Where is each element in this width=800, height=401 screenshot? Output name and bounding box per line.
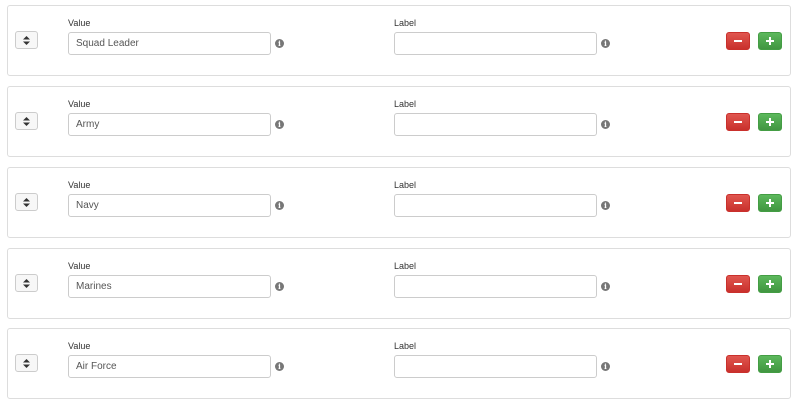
option-row: Value i Label i — [7, 248, 791, 319]
info-icon[interactable]: i — [275, 282, 284, 291]
value-field-label: Value — [68, 261, 91, 271]
label-field-label: Label — [394, 18, 417, 28]
value-field-label: Value — [68, 341, 91, 351]
label-field-label: Label — [394, 341, 417, 351]
sort-icon — [23, 197, 30, 207]
add-row-button[interactable] — [758, 32, 782, 50]
label-input[interactable] — [394, 194, 597, 217]
label-field-label: Label — [394, 99, 417, 109]
add-row-button[interactable] — [758, 113, 782, 131]
option-row: Value i Label i — [7, 86, 791, 157]
value-input[interactable] — [68, 275, 271, 298]
sort-icon — [23, 278, 30, 288]
info-icon[interactable]: i — [275, 120, 284, 129]
info-icon[interactable]: i — [275, 39, 284, 48]
value-input[interactable] — [68, 355, 271, 378]
option-row: Value i Label i — [7, 328, 791, 399]
plus-icon — [766, 37, 774, 45]
plus-icon — [766, 199, 774, 207]
minus-icon — [734, 363, 742, 365]
info-icon[interactable]: i — [601, 282, 610, 291]
sort-handle-button[interactable] — [15, 31, 38, 49]
info-icon[interactable]: i — [601, 39, 610, 48]
sort-icon — [23, 358, 30, 368]
remove-row-button[interactable] — [726, 275, 750, 293]
remove-row-button[interactable] — [726, 194, 750, 212]
info-icon[interactable]: i — [601, 120, 610, 129]
add-row-button[interactable] — [758, 355, 782, 373]
minus-icon — [734, 40, 742, 42]
label-input[interactable] — [394, 275, 597, 298]
remove-row-button[interactable] — [726, 113, 750, 131]
label-field-label: Label — [394, 180, 417, 190]
info-icon[interactable]: i — [275, 201, 284, 210]
sort-handle-button[interactable] — [15, 354, 38, 372]
minus-icon — [734, 283, 742, 285]
value-field-label: Value — [68, 99, 91, 109]
option-row: Value i Label i — [7, 5, 791, 76]
add-row-button[interactable] — [758, 194, 782, 212]
value-input[interactable] — [68, 113, 271, 136]
value-field-label: Value — [68, 180, 91, 190]
remove-row-button[interactable] — [726, 355, 750, 373]
info-icon[interactable]: i — [601, 201, 610, 210]
sort-handle-button[interactable] — [15, 193, 38, 211]
sort-handle-button[interactable] — [15, 112, 38, 130]
minus-icon — [734, 121, 742, 123]
label-input[interactable] — [394, 32, 597, 55]
plus-icon — [766, 360, 774, 368]
label-input[interactable] — [394, 355, 597, 378]
minus-icon — [734, 202, 742, 204]
option-list: Value i Label i Value i Label — [0, 0, 800, 401]
remove-row-button[interactable] — [726, 32, 750, 50]
label-input[interactable] — [394, 113, 597, 136]
info-icon[interactable]: i — [275, 362, 284, 371]
info-icon[interactable]: i — [601, 362, 610, 371]
value-input[interactable] — [68, 32, 271, 55]
value-input[interactable] — [68, 194, 271, 217]
option-row: Value i Label i — [7, 167, 791, 238]
value-field-label: Value — [68, 18, 91, 28]
label-field-label: Label — [394, 261, 417, 271]
add-row-button[interactable] — [758, 275, 782, 293]
sort-handle-button[interactable] — [15, 274, 38, 292]
sort-icon — [23, 35, 30, 45]
plus-icon — [766, 118, 774, 126]
sort-icon — [23, 116, 30, 126]
plus-icon — [766, 280, 774, 288]
